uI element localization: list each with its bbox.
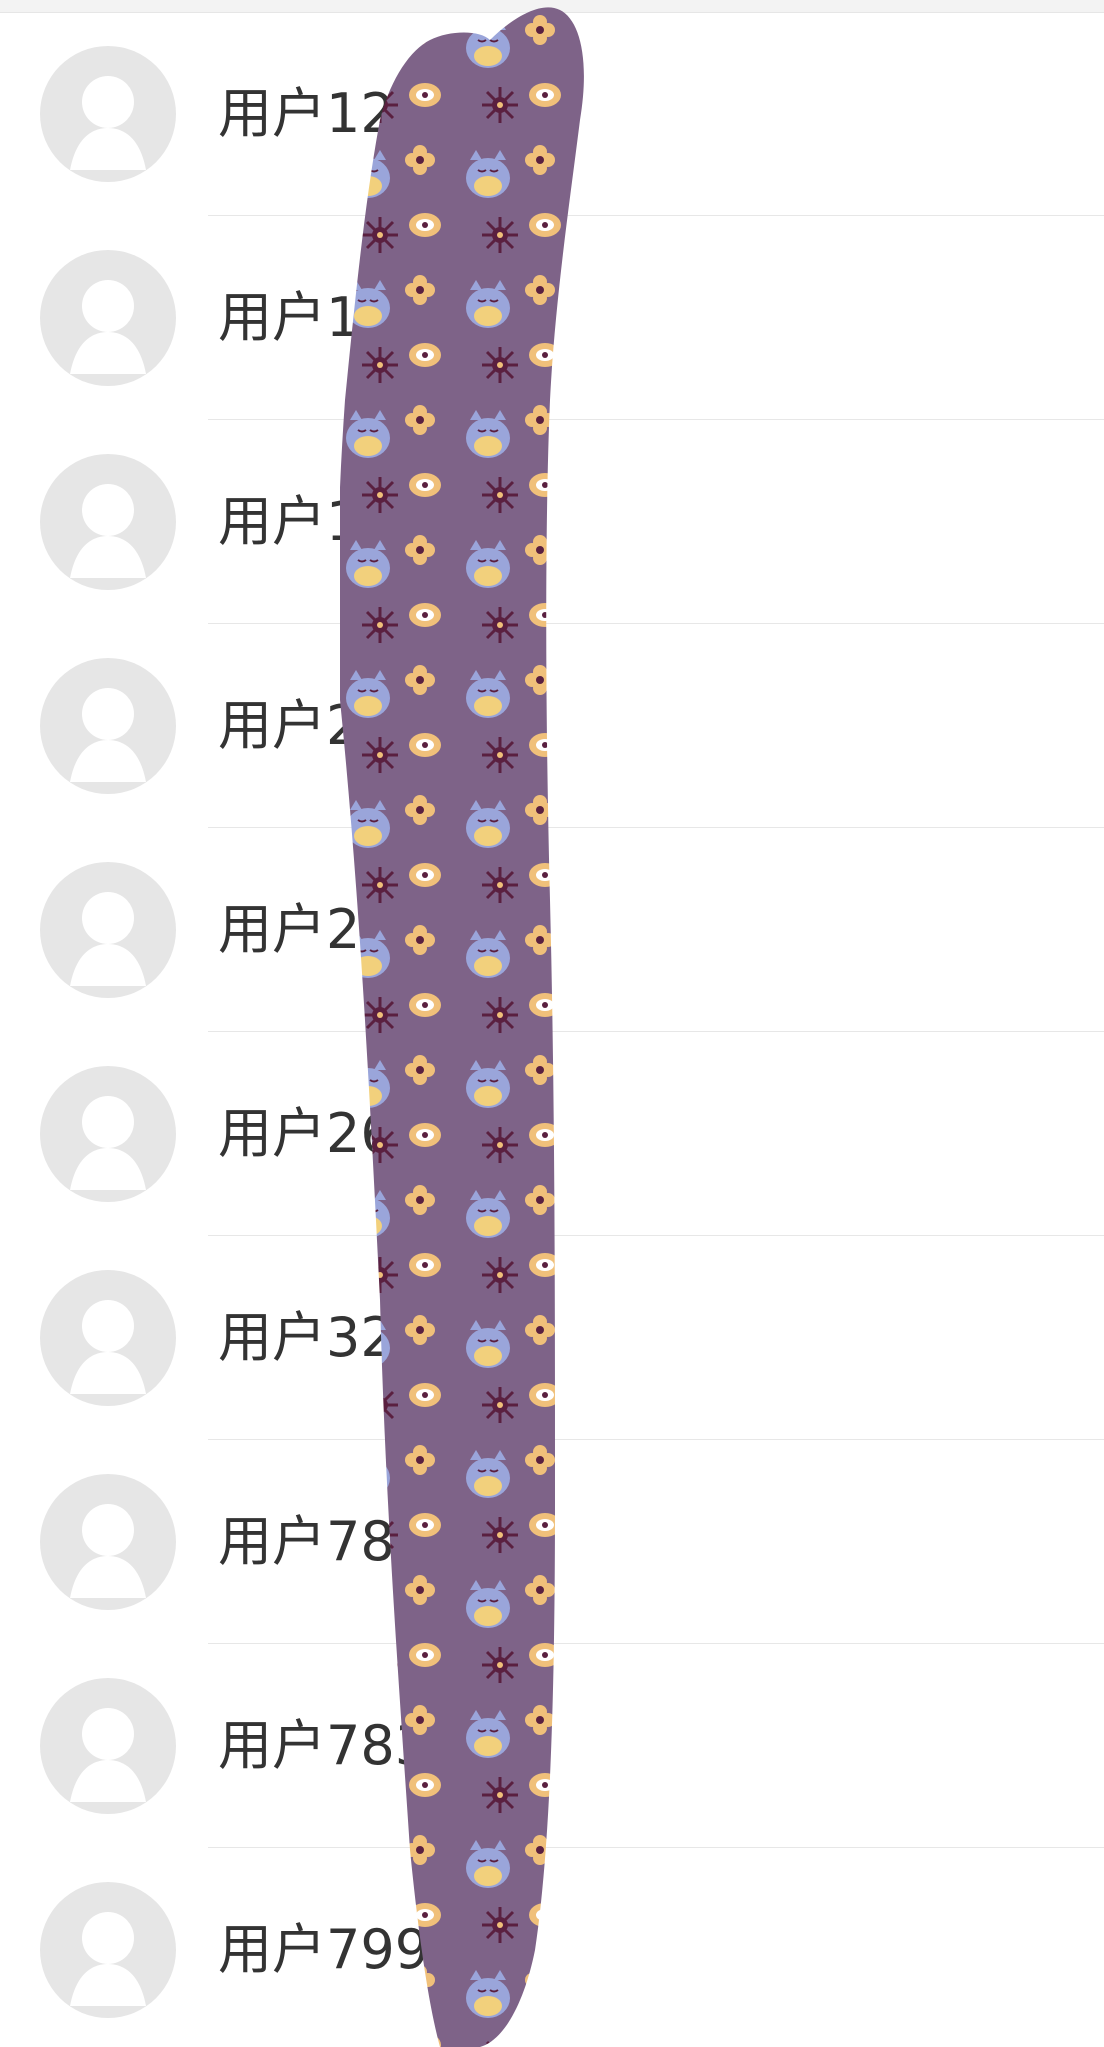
username-label: 用户2 6 [218,694,412,757]
user-list-item[interactable]: 用户7993 [0,1848,1104,2047]
user-list-item[interactable]: 用户18 [0,420,1104,624]
default-avatar-icon [40,250,176,386]
username-label: 用户2 0 [218,898,412,961]
username-label: 用户783 [218,1510,430,1573]
default-avatar-icon [40,1882,176,2018]
user-list-screen: 用户1256 8 用户167 用户18 用户2 6 用户2 0 用户26 用户32 用户783… [0,0,1104,2047]
default-avatar-icon [40,862,176,998]
username-label: 用户18 [218,490,395,553]
default-avatar-icon [40,1270,176,1406]
default-avatar-icon [40,1474,176,1610]
user-list-item[interactable]: 用户2 0 [0,828,1104,1032]
username-label: 用户167 [218,286,430,349]
user-list-item[interactable]: 用户26 [0,1032,1104,1236]
user-list-item[interactable]: 用户1256 8 [0,12,1104,216]
username-label: 用户32 [218,1306,395,1369]
username-label: 用户7993 [218,1918,464,1981]
default-avatar-icon [40,1678,176,1814]
user-list-item[interactable]: 用户167 [0,216,1104,420]
default-avatar-icon [40,658,176,794]
default-avatar-icon [40,1066,176,1202]
default-avatar-icon [40,46,176,182]
default-avatar-icon [40,454,176,590]
user-list-item[interactable]: 用户32 [0,1236,1104,1440]
user-list-item[interactable]: 用户7835 [0,1644,1104,1848]
user-list-item[interactable]: 用户783 [0,1440,1104,1644]
username-label: 用户1256 8 [218,82,515,145]
username-label: 用户26 [218,1102,395,1165]
user-list-item[interactable]: 用户2 6 [0,624,1104,828]
username-label: 用户7835 [218,1714,464,1777]
user-list[interactable]: 用户1256 8 用户167 用户18 用户2 6 用户2 0 用户26 用户32 用户783… [0,12,1104,2047]
